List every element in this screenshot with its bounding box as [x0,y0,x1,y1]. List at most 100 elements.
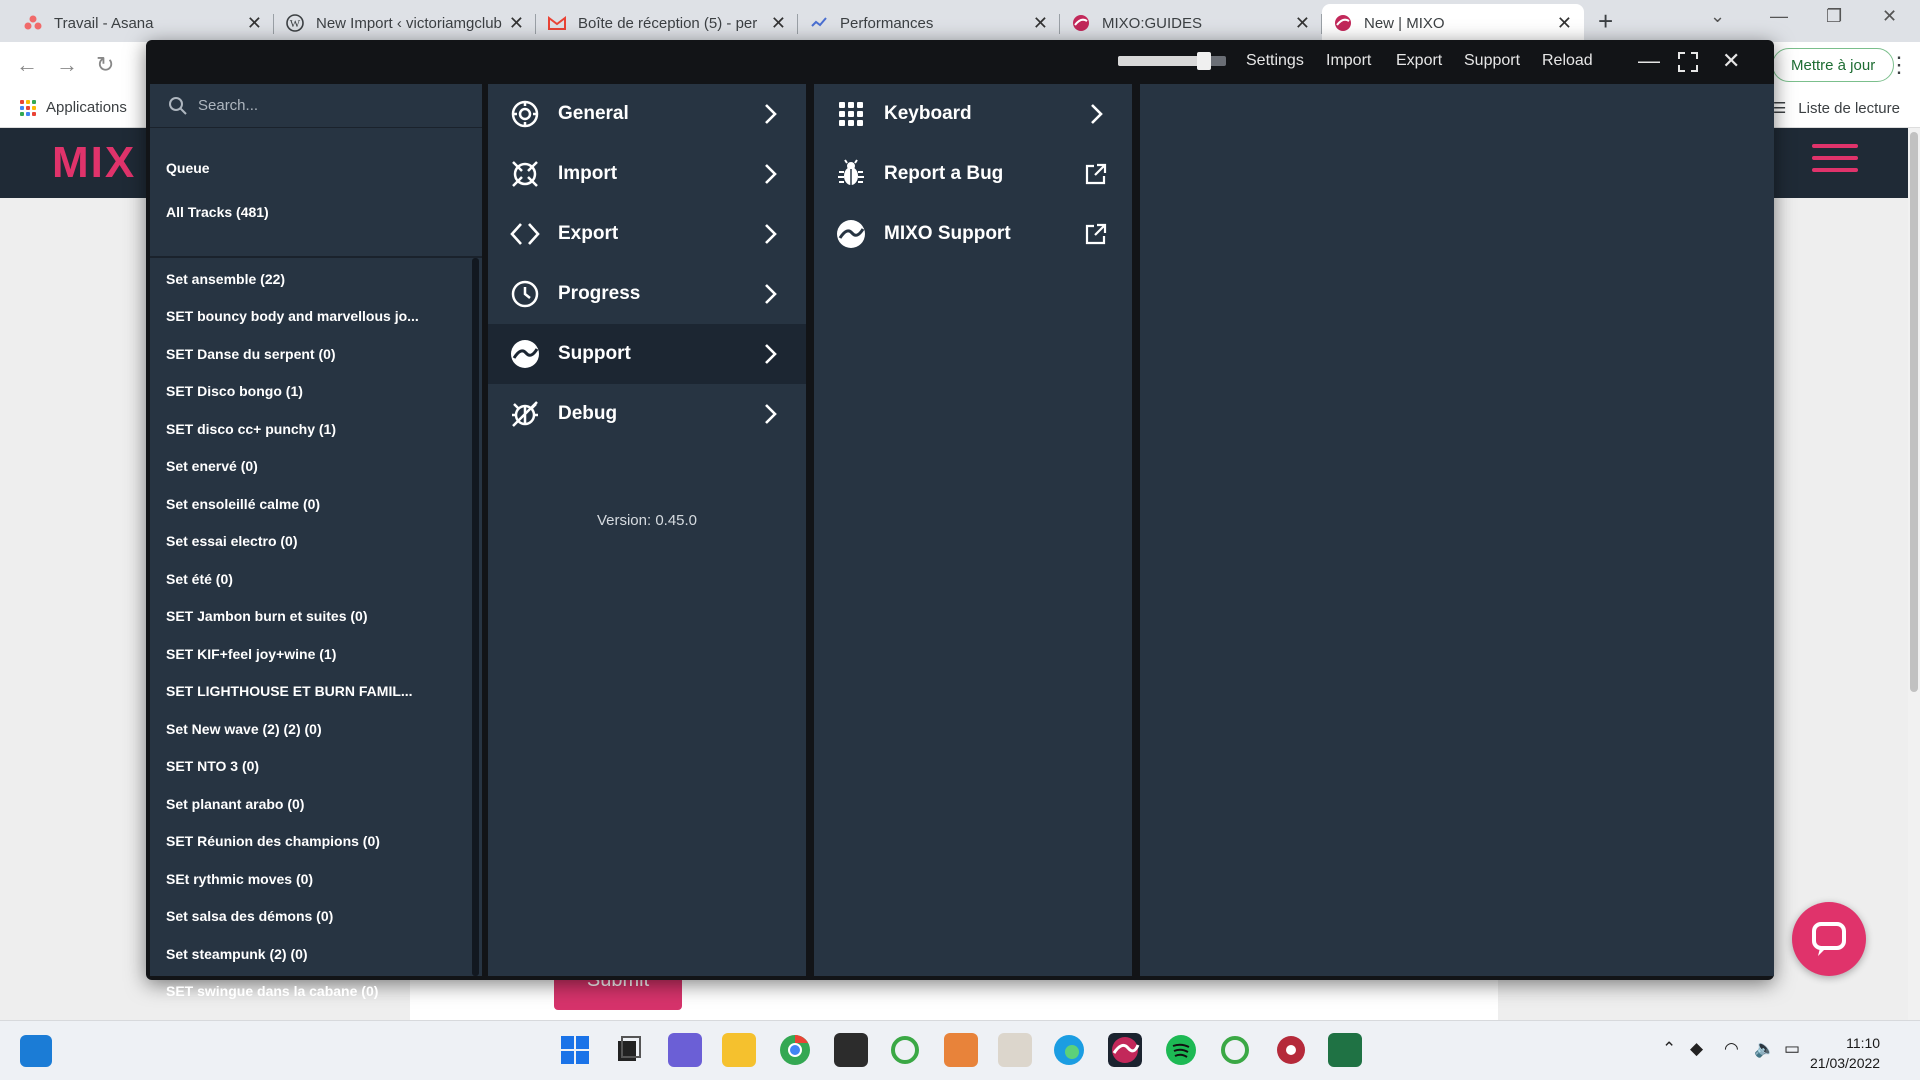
page-scrollbar[interactable] [1908,128,1920,1020]
playlist-item[interactable]: SET Disco bongo (1) [150,373,470,411]
reload-icon[interactable]: ↻ [96,52,114,78]
playlist-item[interactable]: Set ansemble (22) [150,260,470,298]
davinci-icon[interactable] [1274,1033,1308,1067]
chat-button[interactable] [1792,902,1866,976]
task-view-icon[interactable] [612,1033,646,1067]
battery-icon[interactable]: ▭ [1784,1039,1800,1059]
tab-mixo-new[interactable]: New | MIXO ✕ [1322,4,1584,42]
svg-text:W: W [290,18,301,30]
excel-icon[interactable] [1328,1033,1362,1067]
hamburger-menu-icon[interactable] [1812,144,1858,180]
close-icon[interactable]: ✕ [771,13,786,34]
minimize-icon[interactable]: — [1638,48,1660,74]
tab-wordpress[interactable]: W New Import ‹ victoriamgclub ✕ [274,4,536,42]
apps-bookmark[interactable]: Applications [20,99,127,116]
new-tab-icon[interactable]: + [1598,6,1613,37]
playlist-item[interactable]: Set ensoleillé calme (0) [150,485,470,523]
menu-general[interactable]: General [488,84,806,144]
submenu-label: Report a Bug [884,163,1004,184]
start-icon[interactable] [558,1033,592,1067]
close-icon[interactable]: ✕ [1033,13,1048,34]
search-input[interactable]: Search... [150,84,482,128]
playlist-item[interactable]: SET disco cc+ punchy (1) [150,410,470,448]
support-submenu-panel: Keyboard Report a Bug MIXO Support [814,84,1132,976]
tab-title: MIXO:GUIDES [1102,14,1203,32]
playlist-item[interactable]: SET swingue dans la cabane (0) [150,973,470,1011]
playlist-item[interactable]: SET Réunion des champions (0) [150,823,470,861]
playlist-item[interactable]: Set New wave (2) (2) (0) [150,710,470,748]
playlist-scrollbar[interactable] [472,258,479,976]
tab-performances[interactable]: Performances ✕ [798,4,1060,42]
queue-item[interactable]: Queue [150,148,482,188]
playlist-item[interactable]: SEt rythmic moves (0) [150,860,470,898]
menu-support[interactable]: Support [488,324,806,384]
menu-import[interactable]: Import [488,144,806,204]
tab-gmail[interactable]: Boîte de réception (5) - per ✕ [536,4,798,42]
menu-progress[interactable]: Progress [488,264,806,324]
close-icon[interactable]: ✕ [1722,48,1740,74]
close-window-icon[interactable]: ✕ [1882,6,1897,27]
minimize-icon[interactable]: — [1770,6,1788,27]
playlist-item[interactable]: SET LIGHTHOUSE ET BURN FAMIL... [150,673,470,711]
close-icon[interactable]: ✕ [1557,13,1572,34]
ableton-live-icon[interactable] [834,1033,868,1067]
playlist-item[interactable]: Set salsa des démons (0) [150,898,470,936]
more-icon[interactable]: ⋮ [1888,52,1910,78]
wifi-icon[interactable]: ◠ [1724,1039,1739,1059]
playlist-item[interactable]: SET KIF+feel joy+wine (1) [150,635,470,673]
fullscreen-icon[interactable] [1678,52,1698,72]
restore-icon[interactable]: ❐ [1826,6,1842,27]
playlist-item[interactable]: SET NTO 3 (0) [150,748,470,786]
playlist-item[interactable]: SET bouncy body and marvellous jo... [150,298,470,336]
close-icon[interactable]: ✕ [1295,13,1310,34]
teams-icon[interactable] [668,1033,702,1067]
volume-icon[interactable]: 🔈 [1754,1039,1775,1059]
mixo-taskbar-icon[interactable] [1108,1033,1142,1067]
volume-knob[interactable] [1197,52,1212,70]
gift-app-icon[interactable] [944,1033,978,1067]
playlist-item[interactable]: Set enervé (0) [150,448,470,486]
playlist-item[interactable]: SET Danse du serpent (0) [150,335,470,373]
close-icon[interactable]: ✕ [509,13,524,34]
menu-export[interactable]: Export [488,204,806,264]
playlist-item[interactable]: Set été (0) [150,560,470,598]
all-tracks-item[interactable]: All Tracks (481) [150,192,482,232]
submenu-mixo-support[interactable]: MIXO Support [814,204,1132,264]
tray-chevron-up-icon[interactable]: ⌃ [1662,1039,1676,1059]
submenu-report-bug[interactable]: Report a Bug [814,144,1132,204]
tab-asana[interactable]: Travail - Asana ✕ [12,4,274,42]
widgets-icon[interactable] [20,1035,52,1067]
menu-debug[interactable]: Debug [488,384,806,444]
back-icon[interactable]: ← [16,52,38,78]
playlist-item[interactable]: Set planant arabo (0) [150,785,470,823]
clock[interactable]: 11:10 21/03/2022 [1810,1033,1880,1073]
reading-list[interactable]: ☰ Liste de lecture [1773,99,1900,118]
menu-support[interactable]: Support [1464,52,1520,70]
tab-mixo-guides[interactable]: MIXO:GUIDES ✕ [1060,4,1322,42]
file-explorer-icon[interactable] [722,1033,756,1067]
menu-settings[interactable]: Settings [1246,52,1304,70]
update-button[interactable]: Mettre à jour [1772,48,1895,82]
submenu-keyboard[interactable]: Keyboard [814,84,1132,144]
sync-app-icon[interactable] [1218,1033,1252,1067]
content-panel [1140,84,1774,976]
chevron-down-icon[interactable]: ⌄ [1710,6,1725,27]
edge-icon[interactable] [1052,1033,1086,1067]
chrome-icon[interactable] [778,1033,812,1067]
editor-icon[interactable] [998,1033,1032,1067]
submenu-label: Keyboard [884,103,972,124]
close-icon[interactable]: ✕ [247,13,262,34]
menu-export[interactable]: Export [1396,52,1442,70]
volume-slider[interactable] [1118,52,1226,70]
spotify-icon[interactable] [1164,1033,1198,1067]
mixo-window: Settings Import Export Support Reload — … [146,40,1774,999]
playlist-item[interactable]: Set essai electro (0) [150,523,470,561]
playlist-item[interactable]: Set steampunk (2) (0) [150,935,470,973]
refresh-app-icon[interactable] [888,1033,922,1067]
dropbox-icon[interactable]: ◆ [1690,1039,1703,1059]
forward-icon[interactable]: → [56,52,78,78]
site-logo[interactable]: MIX [52,138,136,188]
playlist-item[interactable]: SET Jambon burn et suites (0) [150,598,470,636]
menu-reload[interactable]: Reload [1542,52,1593,70]
menu-import[interactable]: Import [1326,52,1371,70]
